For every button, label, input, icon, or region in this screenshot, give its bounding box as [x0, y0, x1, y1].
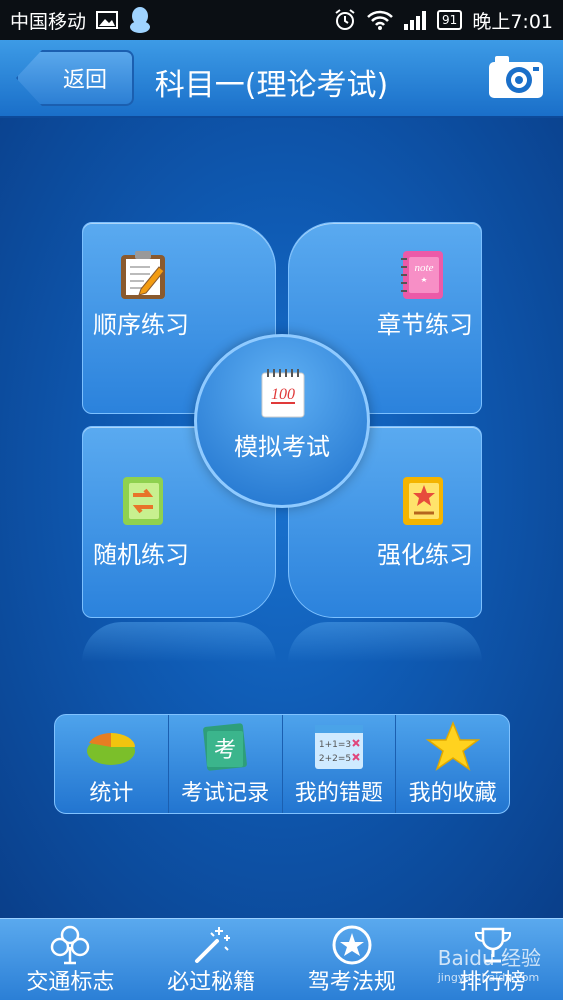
exam-records-button[interactable]: 考 考试记录	[169, 715, 283, 813]
alarm-icon	[335, 9, 355, 30]
tile-reflection-right	[288, 622, 482, 662]
note-book-icon: note	[401, 251, 443, 299]
svg-text:100: 100	[271, 386, 295, 403]
favorites-label: 我的收藏	[408, 781, 497, 806]
wifi-icon	[367, 10, 393, 30]
baidu-watermark: Baidu 经验 jingyan.baidu.com	[438, 942, 541, 984]
clipboard-pencil-icon	[121, 251, 165, 299]
exam-card-icon: 考	[203, 723, 248, 771]
signal-icon	[404, 11, 427, 30]
main-panel: 顺序练习 note 章节练习 随机练习 强化练习 100 模拟考试 统计 考 考…	[0, 118, 563, 918]
title-bar: 返回 科目一(理论考试)	[0, 40, 563, 118]
mock-exam-label: 模拟考试	[234, 433, 330, 461]
wrong-questions-button[interactable]: 1+1=3 2+2=5 我的错题	[283, 715, 397, 813]
math-card-icon: 1+1=3 2+2=5	[314, 725, 363, 769]
statistics-label: 统计	[89, 781, 134, 806]
star-icon	[425, 721, 480, 771]
nav-regulations[interactable]: 驾考法规	[282, 919, 423, 1000]
favorites-button[interactable]: 我的收藏	[396, 715, 509, 813]
svg-text:1+1=3: 1+1=3	[319, 740, 351, 750]
clock: 晚上7:01	[472, 10, 553, 33]
magic-wand-icon	[195, 927, 231, 963]
wrong-questions-label: 我的错题	[294, 781, 383, 806]
mock-exam-button[interactable]: 100 模拟考试	[194, 334, 370, 508]
watermark-sub: jingyan.baidu.com	[437, 971, 540, 984]
nav-traffic-signs[interactable]: 交通标志	[0, 919, 141, 1000]
svg-text:note: note	[415, 262, 434, 274]
nav-traffic-signs-label: 交通标志	[26, 970, 115, 995]
exam-records-label: 考试记录	[181, 781, 270, 806]
chapter-practice-label: 章节练习	[377, 311, 473, 339]
tool-bar: 统计 考 考试记录 1+1=3 2+2=5 我的错题 我的收藏	[54, 714, 510, 814]
nav-tips[interactable]: 必过秘籍	[141, 919, 282, 1000]
watermark-text: Baidu 经验	[437, 946, 541, 970]
image-icon	[96, 11, 119, 29]
page-title: 科目一(理论考试)	[154, 68, 389, 103]
random-practice-label: 随机练习	[93, 541, 189, 569]
intensive-practice-label: 强化练习	[377, 541, 473, 569]
sequential-practice-label: 顺序练习	[93, 311, 189, 339]
carrier-name: 中国移动	[10, 10, 87, 33]
camera-icon[interactable]	[487, 54, 545, 100]
qq-icon	[130, 7, 151, 33]
club-icon	[51, 925, 90, 965]
star-badge-icon	[332, 925, 372, 965]
shuffle-arrows-icon	[123, 477, 163, 525]
pie-chart-icon	[87, 733, 136, 765]
star-book-icon	[403, 477, 443, 525]
nav-regulations-label: 驾考法规	[307, 970, 396, 995]
battery-level: 91	[437, 10, 463, 30]
svg-text:2+2=5: 2+2=5	[319, 754, 351, 764]
statistics-button[interactable]: 统计	[55, 715, 169, 813]
status-bar: 中国移动 91 晚上7:01	[0, 0, 563, 40]
nav-tips-label: 必过秘籍	[167, 970, 256, 995]
tile-reflection-left	[82, 622, 276, 662]
exam-notepad-icon: 100	[261, 369, 305, 418]
svg-text:考: 考	[214, 738, 236, 763]
